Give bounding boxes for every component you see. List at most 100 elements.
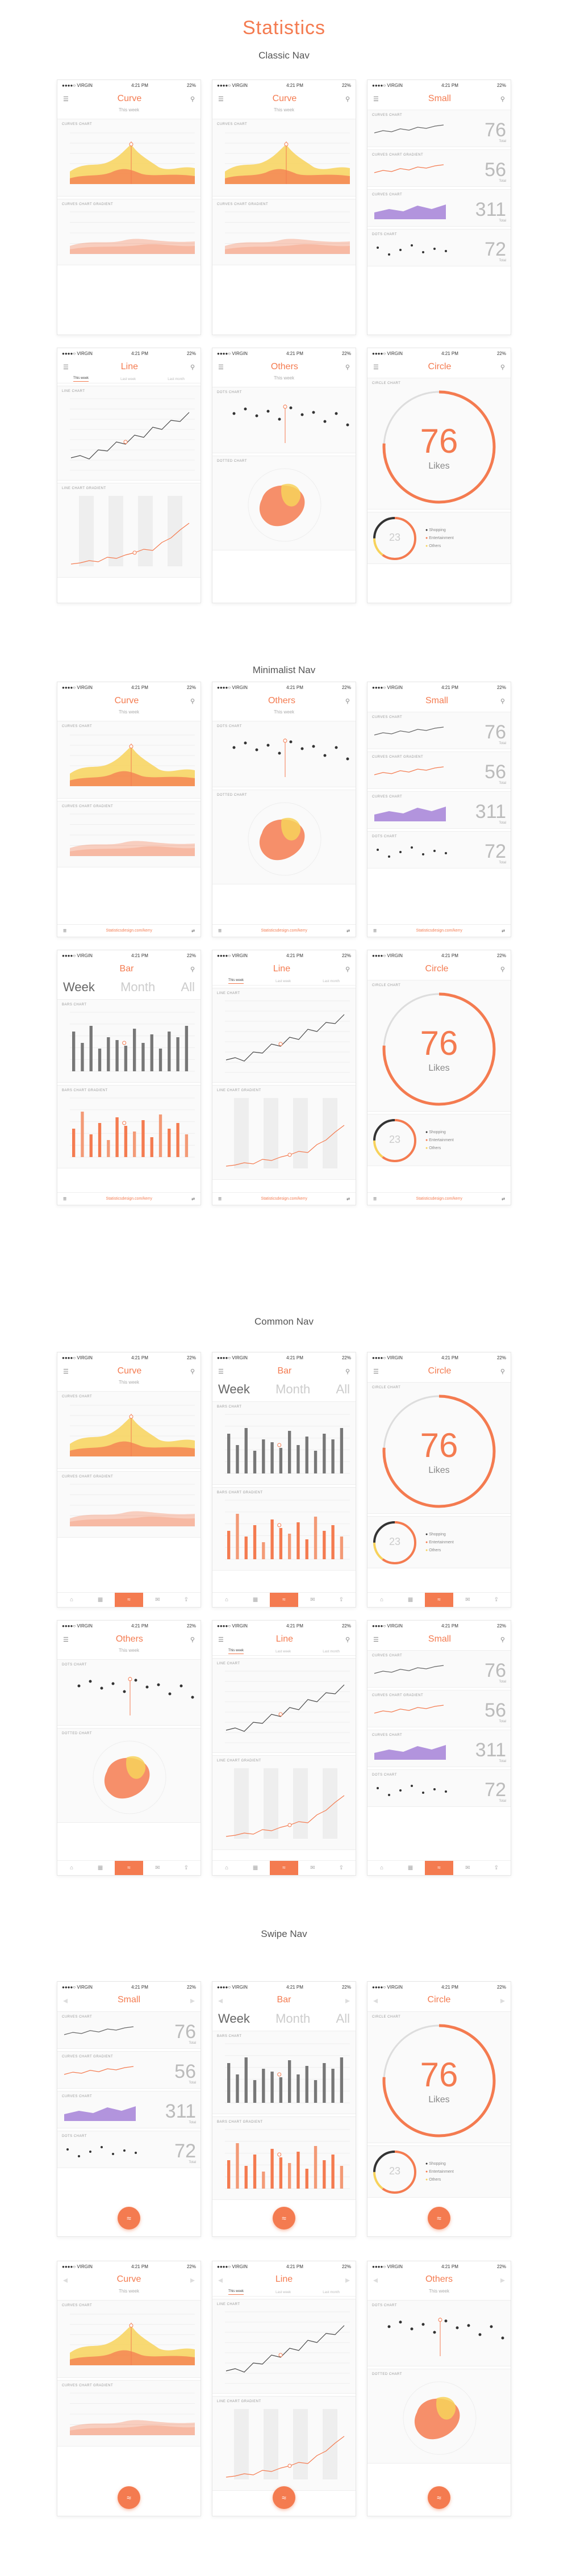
tab-home-icon[interactable]: ⌂ bbox=[367, 1861, 396, 1875]
menu-icon[interactable]: ☰ bbox=[373, 1636, 379, 1643]
menu-icon[interactable]: ☰ bbox=[63, 929, 66, 933]
tab-calendar-icon[interactable]: ▦ bbox=[396, 1593, 424, 1607]
tab-home-icon[interactable]: ⌂ bbox=[57, 1861, 86, 1875]
search-icon[interactable]: ⚲ bbox=[190, 698, 195, 705]
tab-share-icon[interactable]: ⇪ bbox=[172, 1593, 201, 1607]
search-icon[interactable]: ⚲ bbox=[500, 966, 505, 973]
tab-chat-icon[interactable]: ✉ bbox=[298, 1861, 327, 1875]
prev-title[interactable]: ◂ bbox=[218, 2274, 223, 2286]
tab-share-icon[interactable]: ⇪ bbox=[482, 1593, 511, 1607]
next-title[interactable]: ▸ bbox=[345, 1995, 350, 2006]
search-icon[interactable]: ⚲ bbox=[345, 966, 350, 973]
tab-home-icon[interactable]: ⌂ bbox=[57, 1593, 86, 1607]
tab-month[interactable]: Month bbox=[275, 2011, 310, 2026]
menu-icon[interactable]: ☰ bbox=[63, 1636, 69, 1643]
menu-icon[interactable]: ☰ bbox=[63, 1368, 69, 1375]
tab-stats-icon[interactable]: ≈ bbox=[114, 1593, 144, 1607]
menu-icon[interactable]: ☰ bbox=[63, 1197, 66, 1201]
share-icon[interactable]: ⇄ bbox=[346, 929, 350, 933]
share-icon[interactable]: ⇄ bbox=[502, 1197, 505, 1201]
tab-chat-icon[interactable]: ✉ bbox=[453, 1593, 482, 1607]
next-title[interactable]: ▸ bbox=[190, 1995, 195, 2006]
tab-calendar-icon[interactable]: ▦ bbox=[86, 1861, 114, 1875]
menu-icon[interactable]: ☰ bbox=[218, 95, 224, 103]
tab-stats-icon[interactable]: ≈ bbox=[114, 1861, 144, 1875]
tab-calendar-icon[interactable]: ▦ bbox=[86, 1593, 114, 1607]
footer-link[interactable]: Statisticsdesign.com/kerry bbox=[106, 1197, 152, 1201]
search-icon[interactable]: ⚲ bbox=[500, 698, 505, 705]
tab-week[interactable]: Week bbox=[218, 1382, 250, 1397]
search-icon[interactable]: ⚲ bbox=[190, 966, 195, 973]
prev-title[interactable]: ◂ bbox=[373, 2274, 378, 2286]
tab-all[interactable]: All bbox=[336, 2011, 350, 2026]
menu-icon[interactable]: ☰ bbox=[373, 95, 379, 103]
prev-title[interactable]: ◂ bbox=[63, 1995, 68, 2006]
fab-button[interactable]: ≈ bbox=[273, 2486, 295, 2509]
share-icon[interactable]: ⇄ bbox=[191, 1197, 195, 1201]
tab-all[interactable]: All bbox=[336, 1382, 350, 1397]
menu-icon[interactable]: ☰ bbox=[373, 364, 379, 371]
menu-icon[interactable]: ☰ bbox=[218, 1368, 224, 1375]
menu-icon[interactable]: ☰ bbox=[218, 1636, 224, 1643]
tab-share-icon[interactable]: ⇪ bbox=[327, 1861, 356, 1875]
next-title[interactable]: ▸ bbox=[190, 2274, 195, 2286]
tab-calendar-icon[interactable]: ▦ bbox=[241, 1861, 269, 1875]
tab-last-week[interactable]: Last week bbox=[275, 980, 291, 983]
footer-link[interactable]: Statisticsdesign.com/kerry bbox=[416, 929, 462, 933]
tab-chat-icon[interactable]: ✉ bbox=[453, 1861, 482, 1875]
footer-link[interactable]: Statisticsdesign.com/kerry bbox=[261, 1197, 307, 1201]
tab-last-month[interactable]: Last month bbox=[323, 2291, 340, 2294]
menu-icon[interactable]: ☰ bbox=[218, 364, 224, 371]
tab-this-week[interactable]: This week bbox=[228, 979, 244, 984]
tab-share-icon[interactable]: ⇪ bbox=[172, 1861, 201, 1875]
tab-share-icon[interactable]: ⇪ bbox=[327, 1593, 356, 1607]
tab-calendar-icon[interactable]: ▦ bbox=[241, 1593, 269, 1607]
tab-calendar-icon[interactable]: ▦ bbox=[396, 1861, 424, 1875]
tab-last-month[interactable]: Last month bbox=[323, 1650, 340, 1654]
tab-this-week[interactable]: This week bbox=[228, 1649, 244, 1654]
fab-button[interactable]: ≈ bbox=[118, 2486, 140, 2509]
search-icon[interactable]: ⚲ bbox=[190, 1368, 195, 1375]
fab-button[interactable]: ≈ bbox=[428, 2207, 450, 2230]
tab-chat-icon[interactable]: ✉ bbox=[143, 1593, 172, 1607]
prev-title[interactable]: ◂ bbox=[218, 1995, 223, 2006]
tab-stats-icon[interactable]: ≈ bbox=[269, 1861, 299, 1875]
tab-last-week[interactable]: Last week bbox=[275, 1650, 291, 1654]
tab-stats-icon[interactable]: ≈ bbox=[424, 1861, 454, 1875]
search-icon[interactable]: ⚲ bbox=[190, 95, 195, 103]
tab-chat-icon[interactable]: ✉ bbox=[143, 1861, 172, 1875]
share-icon[interactable]: ⇄ bbox=[191, 929, 195, 933]
search-icon[interactable]: ⚲ bbox=[500, 1368, 505, 1375]
tab-last-month[interactable]: Last month bbox=[323, 980, 340, 983]
menu-icon[interactable]: ☰ bbox=[63, 95, 69, 103]
tab-chat-icon[interactable]: ✉ bbox=[298, 1593, 327, 1607]
tab-last-month[interactable]: Last month bbox=[168, 378, 185, 381]
search-icon[interactable]: ⚲ bbox=[345, 364, 350, 371]
tab-month[interactable]: Month bbox=[275, 1382, 310, 1397]
footer-link[interactable]: Statisticsdesign.com/kerry bbox=[261, 929, 307, 933]
fab-button[interactable]: ≈ bbox=[428, 2486, 450, 2509]
search-icon[interactable]: ⚲ bbox=[500, 1636, 505, 1643]
tab-week[interactable]: Week bbox=[218, 2011, 250, 2026]
tab-home-icon[interactable]: ⌂ bbox=[367, 1593, 396, 1607]
search-icon[interactable]: ⚲ bbox=[345, 698, 350, 705]
menu-icon[interactable]: ☰ bbox=[373, 929, 377, 933]
tab-this-week[interactable]: This week bbox=[73, 377, 89, 382]
search-icon[interactable]: ⚲ bbox=[190, 1636, 195, 1643]
tab-month[interactable]: Month bbox=[120, 980, 155, 995]
tab-week[interactable]: Week bbox=[63, 980, 95, 995]
share-icon[interactable]: ⇄ bbox=[502, 929, 505, 933]
search-icon[interactable]: ⚲ bbox=[190, 364, 195, 371]
fab-button[interactable]: ≈ bbox=[118, 2207, 140, 2230]
tab-last-week[interactable]: Last week bbox=[275, 2291, 291, 2294]
tab-share-icon[interactable]: ⇪ bbox=[482, 1861, 511, 1875]
footer-link[interactable]: Statisticsdesign.com/kerry bbox=[416, 1197, 462, 1201]
menu-icon[interactable]: ☰ bbox=[218, 929, 222, 933]
prev-title[interactable]: ◂ bbox=[373, 1995, 378, 2006]
search-icon[interactable]: ⚲ bbox=[500, 364, 505, 371]
fab-button[interactable]: ≈ bbox=[273, 2207, 295, 2230]
tab-this-week[interactable]: This week bbox=[228, 2290, 244, 2295]
next-title[interactable]: ▸ bbox=[500, 2274, 505, 2286]
tab-all[interactable]: All bbox=[181, 980, 195, 995]
footer-link[interactable]: Statisticsdesign.com/kerry bbox=[106, 929, 152, 933]
